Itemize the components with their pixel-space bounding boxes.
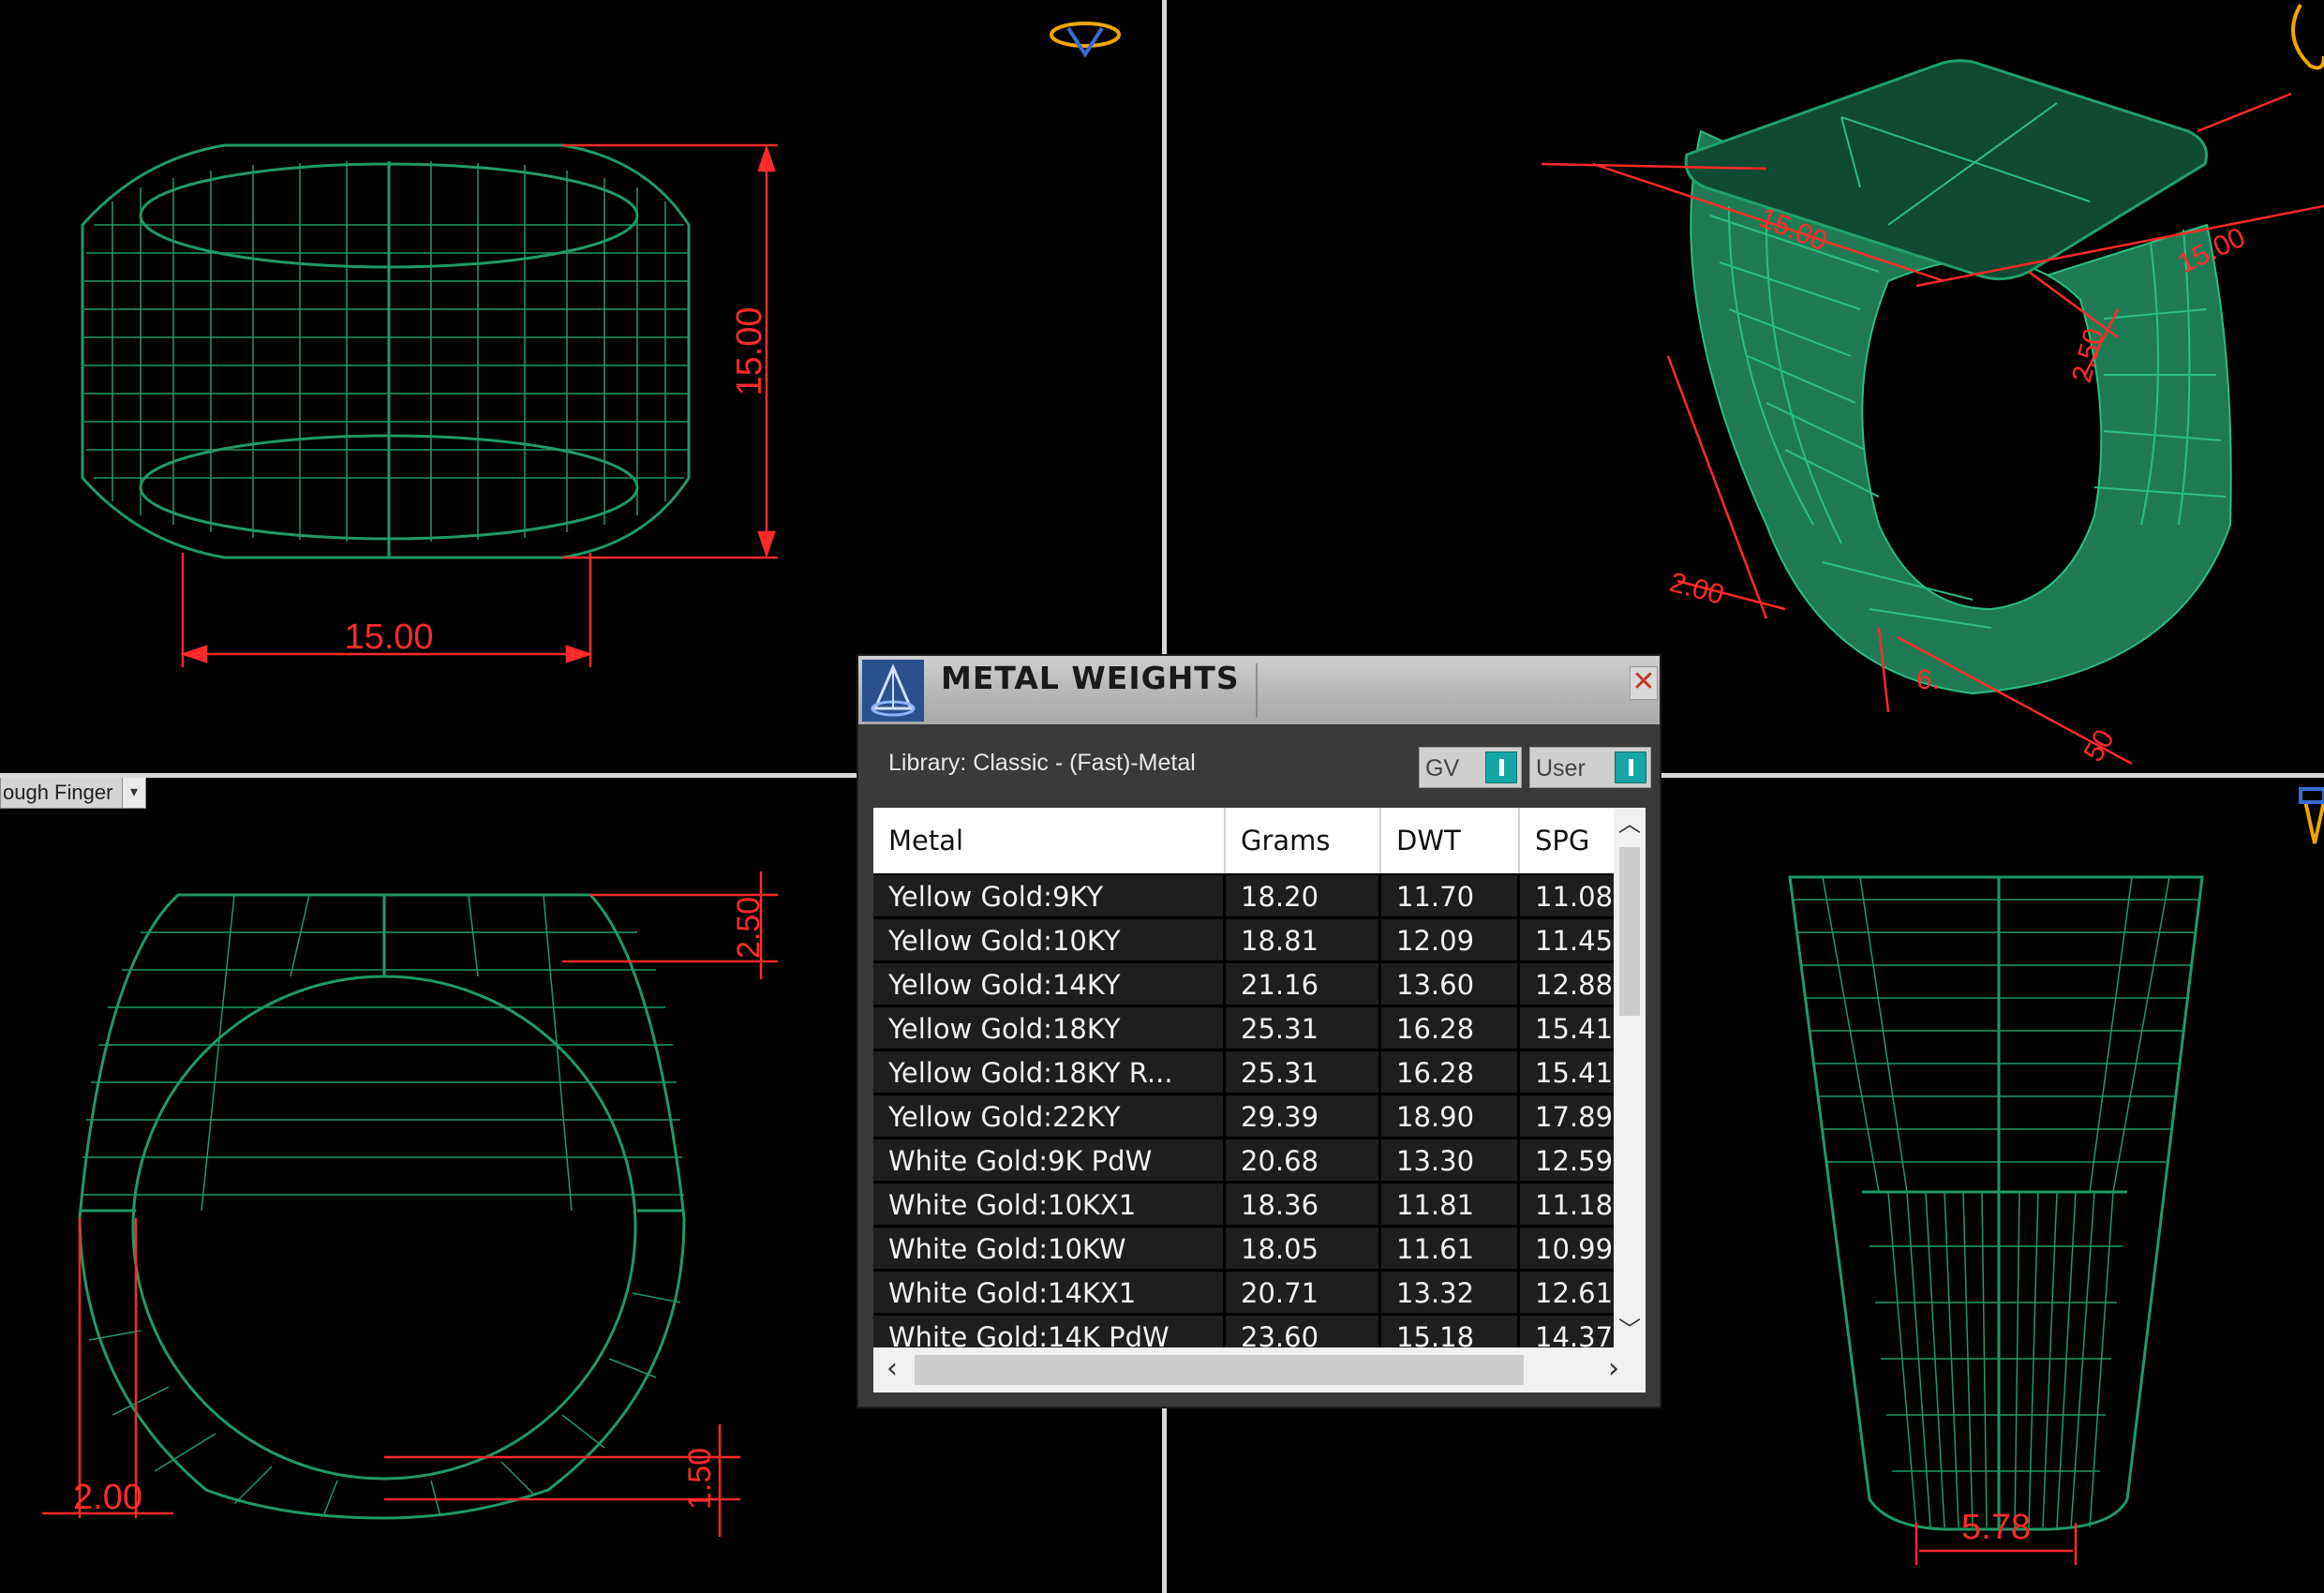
cell-spg: 11.45: [1535, 925, 1614, 957]
view-gizmo-icon[interactable]: [2299, 787, 2324, 844]
table-row[interactable]: Yellow Gold:18KY 25.31 16.28 15.41: [873, 1007, 1614, 1049]
scroll-right-icon[interactable]: ›: [1595, 1347, 1632, 1392]
close-button[interactable]: ✕: [1630, 666, 1658, 700]
table-row[interactable]: Yellow Gold:18KY R... 25.31 16.28 15.41: [873, 1051, 1614, 1093]
view-gizmo-icon[interactable]: [2291, 4, 2324, 70]
table-row[interactable]: White Gold:10KW 18.05 11.61 10.99: [873, 1228, 1614, 1269]
table-row[interactable]: White Gold:10KX1 18.36 11.81 11.18: [873, 1184, 1614, 1225]
dim-width-label: 15.00: [344, 618, 433, 657]
horizontal-scrollbar[interactable]: ‹ ›: [873, 1347, 1646, 1392]
cell-spg: 12.88: [1535, 969, 1614, 1001]
scroll-left-icon[interactable]: ‹: [873, 1347, 911, 1392]
column-header-grams[interactable]: Grams: [1226, 808, 1381, 873]
table-row[interactable]: White Gold:9K PdW 20.68 13.30 12.59: [873, 1139, 1614, 1181]
view-name-dropdown[interactable]: ough Finger ▾: [0, 778, 146, 809]
cell-spg: 15.41: [1535, 1013, 1614, 1045]
cell-dwt: 12.09: [1381, 919, 1520, 960]
table-row[interactable]: Yellow Gold:10KY 18.81 12.09 11.45: [873, 919, 1614, 960]
cell-dwt: 15.18: [1381, 1316, 1520, 1347]
cell-metal: White Gold:14KX1: [873, 1272, 1226, 1313]
horizontal-scroll-thumb[interactable]: [915, 1355, 1524, 1385]
table-row[interactable]: White Gold:14KX1 20.71 13.32 12.61: [873, 1272, 1614, 1313]
view-gizmo-icon[interactable]: [1050, 22, 1121, 58]
cell-dwt: 13.32: [1381, 1272, 1520, 1313]
cell-dwt: 16.28: [1381, 1051, 1520, 1093]
panel-title: METAL WEIGHTS: [941, 660, 1240, 696]
metal-weights-table[interactable]: Metal Grams DWT SPG Yellow Gold:9KY 18.2…: [873, 808, 1646, 1347]
vertical-scrollbar[interactable]: ︿ ﹀: [1614, 808, 1646, 1347]
cell-metal: Yellow Gold:9KY: [873, 875, 1226, 916]
titlebar-separator: [1256, 663, 1258, 718]
cell-spg: 11.18: [1535, 1189, 1614, 1221]
cell-grams: 20.71: [1226, 1272, 1381, 1313]
scroll-up-icon[interactable]: ︿: [1614, 808, 1646, 840]
gv-toggle[interactable]: GV: [1419, 747, 1522, 788]
cell-grams: 25.31: [1226, 1051, 1381, 1093]
vertical-scroll-thumb[interactable]: [1619, 847, 1640, 1016]
scroll-down-icon[interactable]: ﹀: [1614, 1314, 1646, 1346]
cell-metal: White Gold:10KW: [873, 1228, 1226, 1269]
dim-side-label: 2.00: [73, 1478, 142, 1517]
table-header: Metal Grams DWT SPG: [873, 808, 1614, 873]
user-toggle[interactable]: User: [1529, 747, 1651, 788]
table-row[interactable]: White Gold:14K PdW 23.60 15.18 14.37: [873, 1316, 1614, 1347]
metal-weights-panel: METAL WEIGHTS ✕ Library: Classic - (Fast…: [858, 656, 1660, 1407]
cell-metal: Yellow Gold:10KY: [873, 919, 1226, 960]
cell-spg: 12.59: [1535, 1145, 1614, 1177]
dim-height-label: 15.00: [730, 306, 769, 395]
cell-metal: Yellow Gold:18KY R...: [873, 1051, 1226, 1093]
cell-spg: 14.37: [1535, 1321, 1614, 1347]
cell-grams: 20.68: [1226, 1139, 1381, 1181]
chevron-down-icon[interactable]: ▾: [122, 778, 145, 808]
gemvision-logo-icon: [862, 660, 924, 722]
table-row[interactable]: Yellow Gold:22KY 29.39 18.90 17.89: [873, 1095, 1614, 1137]
dim-f-label: 50: [2078, 724, 2120, 767]
cell-grams: 23.60: [1226, 1316, 1381, 1347]
view-name-text: ough Finger: [3, 781, 113, 804]
library-label: Library: Classic - (Fast)-Metal: [888, 750, 1196, 776]
column-header-metal[interactable]: Metal: [873, 808, 1226, 873]
cell-grams: 21.16: [1226, 963, 1381, 1005]
panel-titlebar[interactable]: METAL WEIGHTS ✕: [858, 656, 1660, 724]
user-toggle-switch[interactable]: [1615, 752, 1646, 783]
cell-metal: Yellow Gold:22KY: [873, 1095, 1226, 1137]
column-header-spg[interactable]: SPG: [1520, 808, 1614, 873]
gv-toggle-switch[interactable]: [1485, 752, 1517, 783]
cell-grams: 18.05: [1226, 1228, 1381, 1269]
cell-dwt: 13.30: [1381, 1139, 1520, 1181]
cell-metal: Yellow Gold:14KY: [873, 963, 1226, 1005]
cell-grams: 18.36: [1226, 1184, 1381, 1225]
dim-d-label: 2.00: [1666, 567, 1727, 611]
cell-dwt: 11.61: [1381, 1228, 1520, 1269]
dim-e-label: 6.: [1916, 664, 1940, 695]
cell-spg: 10.99: [1535, 1233, 1614, 1265]
column-header-dwt[interactable]: DWT: [1381, 808, 1520, 873]
cell-metal: White Gold:9K PdW: [873, 1139, 1226, 1181]
cell-dwt: 18.90: [1381, 1095, 1520, 1137]
user-toggle-label: User: [1536, 755, 1586, 782]
dim-bottom-label: 5.78: [1961, 1508, 2031, 1547]
cell-spg: 11.08: [1535, 881, 1614, 913]
table-row[interactable]: Yellow Gold:14KY 21.16 13.60 12.88: [873, 963, 1614, 1005]
dim-top-label: 2.50: [731, 897, 767, 959]
cell-metal: White Gold:10KX1: [873, 1184, 1226, 1225]
cell-grams: 25.31: [1226, 1007, 1381, 1049]
cell-spg: 12.61: [1535, 1277, 1614, 1309]
cell-metal: White Gold:14K PdW: [873, 1316, 1226, 1347]
cell-grams: 18.20: [1226, 875, 1381, 916]
close-icon: ✕: [1631, 665, 1656, 698]
cell-metal: Yellow Gold:18KY: [873, 1007, 1226, 1049]
cell-spg: 17.89: [1535, 1101, 1614, 1133]
cell-grams: 18.81: [1226, 919, 1381, 960]
cell-dwt: 13.60: [1381, 963, 1520, 1005]
table-row[interactable]: Yellow Gold:9KY 18.20 11.70 11.08: [873, 875, 1614, 916]
gv-toggle-label: GV: [1425, 755, 1460, 782]
cell-dwt: 11.70: [1381, 875, 1520, 916]
dim-bottom-label: 1.50: [682, 1448, 718, 1510]
cell-dwt: 16.28: [1381, 1007, 1520, 1049]
cell-spg: 15.41: [1535, 1057, 1614, 1089]
cell-dwt: 11.81: [1381, 1184, 1520, 1225]
cell-grams: 29.39: [1226, 1095, 1381, 1137]
